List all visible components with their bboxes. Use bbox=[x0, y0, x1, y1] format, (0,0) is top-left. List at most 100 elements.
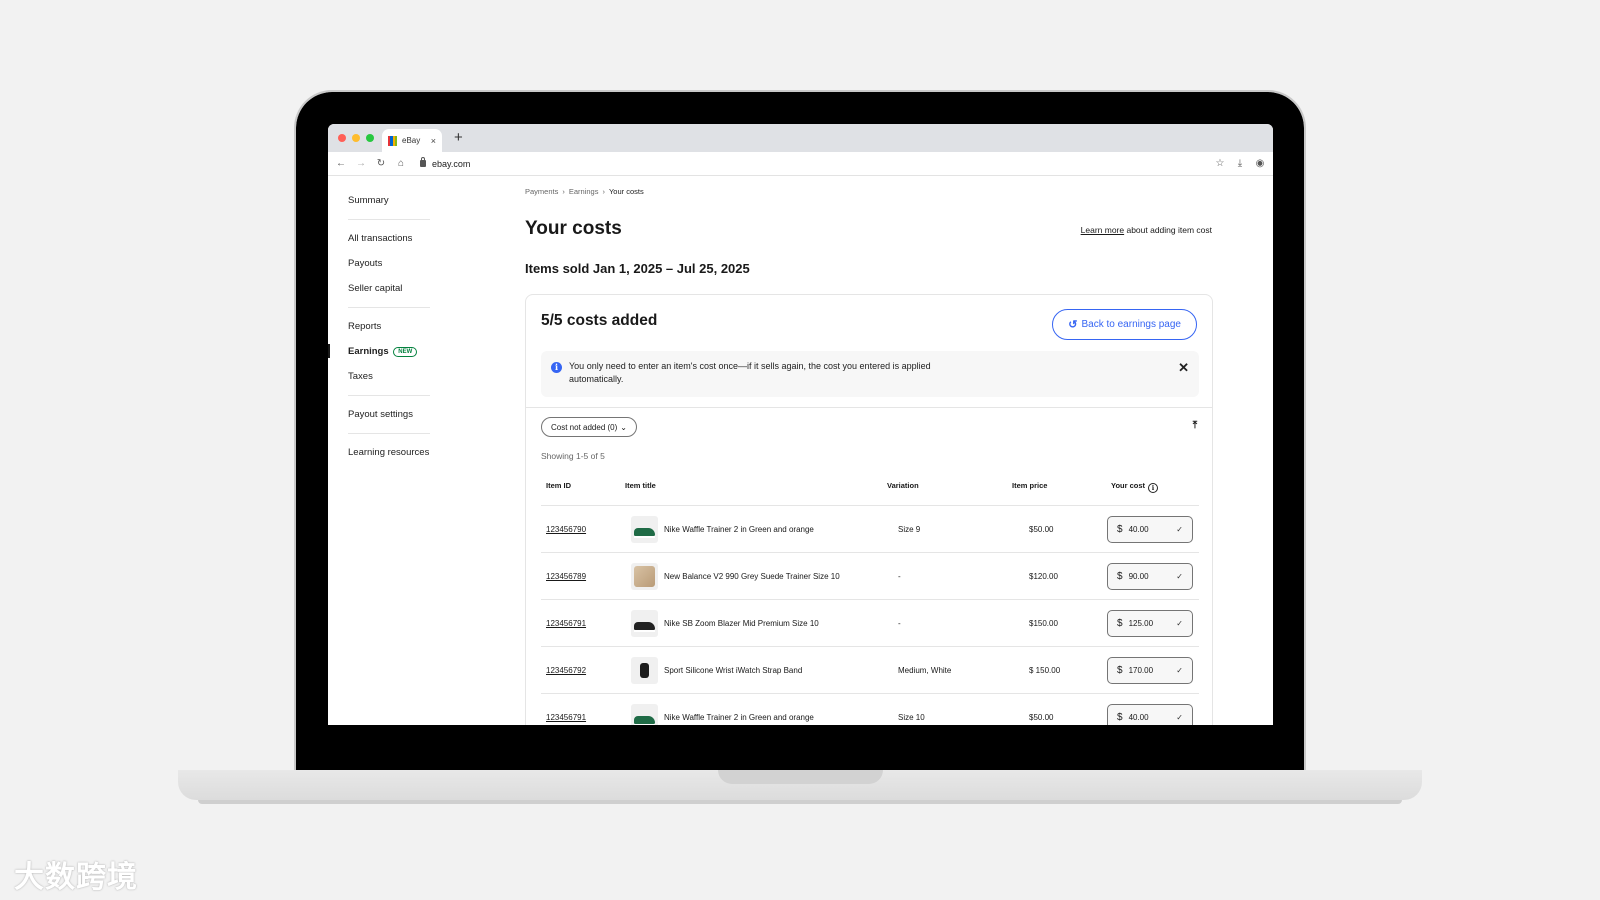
active-indicator bbox=[328, 344, 330, 358]
breadcrumb-current: Your costs bbox=[608, 187, 644, 196]
tab-close-icon[interactable]: × bbox=[431, 136, 436, 146]
item-thumbnail bbox=[631, 516, 658, 543]
dollar-icon: $ bbox=[1117, 571, 1123, 582]
cost-value: 40.00 bbox=[1128, 713, 1149, 722]
window-controls bbox=[338, 134, 374, 142]
header-item-title: Item title bbox=[625, 481, 656, 490]
chevron-right-icon: › bbox=[562, 187, 565, 196]
page-title: Your costs bbox=[525, 218, 622, 239]
laptop-notch bbox=[718, 770, 883, 784]
header-variation: Variation bbox=[887, 481, 919, 490]
back-button-label: Back to earnings page bbox=[1081, 319, 1181, 330]
item-title: Nike Waffle Trainer 2 in Green and orang… bbox=[664, 525, 814, 534]
breadcrumb-earnings[interactable]: Earnings bbox=[569, 187, 599, 196]
table-row: 123456790 Nike Waffle Trainer 2 in Green… bbox=[541, 506, 1199, 553]
table-row: 123456791 Nike SB Zoom Blazer Mid Premiu… bbox=[541, 600, 1199, 647]
item-price: $50.00 bbox=[1029, 525, 1054, 534]
item-title: New Balance V2 990 Grey Suede Trainer Si… bbox=[664, 572, 840, 581]
info-banner: i You only need to enter an item's cost … bbox=[541, 351, 1199, 397]
table-row: 123456789 New Balance V2 990 Grey Suede … bbox=[541, 553, 1199, 600]
costs-added-title: 5/5 costs added bbox=[541, 312, 658, 329]
info-icon: i bbox=[551, 362, 562, 373]
sidebar-item-label: Earnings bbox=[348, 346, 389, 357]
profile-icon[interactable]: ◉ bbox=[1255, 158, 1265, 169]
sidebar-divider bbox=[348, 433, 430, 434]
item-variation: Size 9 bbox=[898, 525, 921, 534]
tab-title: eBay bbox=[402, 136, 421, 145]
item-id-link[interactable]: 123456792 bbox=[546, 666, 586, 675]
download-icon[interactable]: ⤓ bbox=[1235, 158, 1245, 169]
sidebar-item-all-transactions[interactable]: All transactions bbox=[348, 233, 412, 244]
minimize-window-button[interactable] bbox=[352, 134, 360, 142]
cost-input[interactable]: $ 40.00 ✓ bbox=[1107, 516, 1193, 543]
url-text: ebay.com bbox=[432, 158, 471, 169]
sidebar-divider bbox=[348, 395, 430, 396]
breadcrumb: Payments › Earnings › Your costs bbox=[525, 187, 644, 196]
info-icon[interactable]: i bbox=[1148, 483, 1159, 493]
sidebar-item-summary[interactable]: Summary bbox=[348, 195, 389, 206]
dollar-icon: $ bbox=[1117, 618, 1123, 629]
close-window-button[interactable] bbox=[338, 134, 346, 142]
item-price: $150.00 bbox=[1029, 619, 1058, 628]
checkmark-icon: ✓ bbox=[1176, 713, 1183, 722]
cost-filter-dropdown[interactable]: Cost not added (0) ⌄ bbox=[541, 417, 637, 437]
cost-input[interactable]: $ 170.00 ✓ bbox=[1107, 657, 1193, 684]
dollar-icon: $ bbox=[1117, 524, 1123, 535]
maximize-window-button[interactable] bbox=[366, 134, 374, 142]
upload-icon[interactable]: ⤒ bbox=[1188, 419, 1202, 433]
watermark-logo: 大数跨境 bbox=[14, 852, 138, 896]
header-item-id: Item ID bbox=[546, 481, 572, 490]
home-icon[interactable]: ⌂ bbox=[396, 158, 406, 169]
sidebar-item-payouts[interactable]: Payouts bbox=[348, 258, 382, 269]
cost-input[interactable]: $ 90.00 ✓ bbox=[1107, 563, 1193, 590]
checkmark-icon: ✓ bbox=[1176, 666, 1183, 675]
item-title: Nike Waffle Trainer 2 in Green and orang… bbox=[664, 713, 814, 722]
learn-more-link[interactable]: Learn more bbox=[1081, 225, 1124, 235]
sidebar-item-reports[interactable]: Reports bbox=[348, 321, 381, 332]
close-icon[interactable]: ✕ bbox=[1178, 360, 1189, 376]
undo-arrow-icon: ↺ bbox=[1068, 319, 1078, 331]
cost-value: 90.00 bbox=[1128, 572, 1149, 581]
item-id-link[interactable]: 123456789 bbox=[546, 572, 586, 581]
sidebar-item-learning-resources[interactable]: Learning resources bbox=[348, 447, 429, 458]
item-id-link[interactable]: 123456790 bbox=[546, 525, 586, 534]
watermark-text: 大数跨境 bbox=[14, 860, 138, 895]
costs-card: 5/5 costs added ↺ Back to earnings page … bbox=[525, 294, 1213, 725]
sidebar-divider bbox=[348, 307, 430, 308]
bookmark-star-icon[interactable]: ☆ bbox=[1215, 158, 1225, 169]
item-thumbnail bbox=[631, 610, 658, 637]
chevron-right-icon: › bbox=[602, 187, 605, 196]
back-arrow-icon[interactable]: ← bbox=[336, 158, 346, 169]
dollar-icon: $ bbox=[1117, 712, 1123, 723]
sidebar-item-earnings[interactable]: Earnings NEW bbox=[348, 346, 418, 357]
cost-input[interactable]: $ 125.00 ✓ bbox=[1107, 610, 1193, 637]
reload-icon[interactable]: ↻ bbox=[376, 158, 386, 169]
sidebar-item-seller-capital[interactable]: Seller capital bbox=[348, 283, 402, 294]
info-banner-text: You only need to enter an item's cost on… bbox=[569, 361, 931, 384]
item-price: $120.00 bbox=[1029, 572, 1058, 581]
item-id-link[interactable]: 123456791 bbox=[546, 713, 586, 722]
new-badge: NEW bbox=[393, 347, 418, 357]
sidebar-item-taxes[interactable]: Taxes bbox=[348, 371, 373, 382]
back-to-earnings-button[interactable]: ↺ Back to earnings page bbox=[1052, 309, 1197, 340]
sidebar-divider bbox=[348, 219, 430, 220]
browser-tab[interactable]: eBay × bbox=[382, 129, 442, 152]
cost-input[interactable]: $ 40.00 ✓ bbox=[1107, 704, 1193, 725]
sidebar-item-payout-settings[interactable]: Payout settings bbox=[348, 409, 413, 420]
url-field[interactable]: ebay.com bbox=[420, 157, 471, 169]
new-tab-button[interactable]: + bbox=[454, 129, 463, 147]
item-variation: - bbox=[898, 572, 901, 581]
breadcrumb-payments[interactable]: Payments bbox=[525, 187, 558, 196]
browser-tab-bar: eBay × + bbox=[328, 124, 1273, 152]
header-item-price: Item price bbox=[1012, 481, 1048, 490]
cost-value: 170.00 bbox=[1128, 666, 1154, 675]
forward-arrow-icon[interactable]: → bbox=[356, 158, 366, 169]
card-divider bbox=[526, 407, 1212, 408]
cost-value: 125.00 bbox=[1128, 619, 1154, 628]
address-bar: ← → ↻ ⌂ ebay.com ☆ ⤓ ◉ bbox=[328, 152, 1273, 176]
item-variation: Medium, White bbox=[898, 666, 952, 675]
learn-more-rest: about adding item cost bbox=[1124, 225, 1212, 235]
item-price: $50.00 bbox=[1029, 713, 1054, 722]
item-id-link[interactable]: 123456791 bbox=[546, 619, 586, 628]
table-row: 123456791 Nike Waffle Trainer 2 in Green… bbox=[541, 694, 1199, 725]
